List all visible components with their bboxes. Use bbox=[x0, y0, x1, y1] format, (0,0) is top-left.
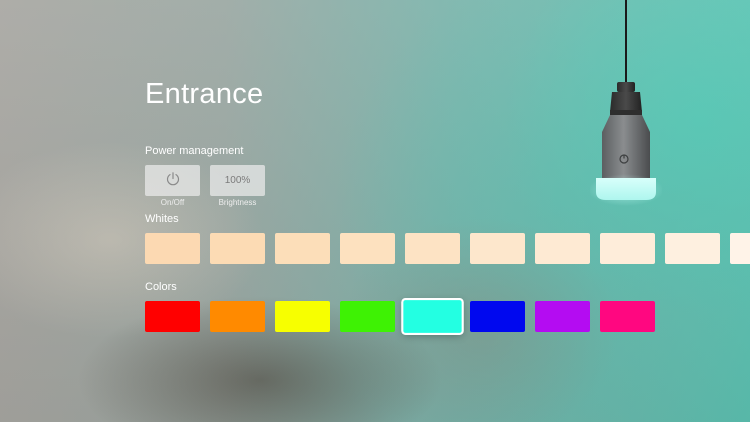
color-swatch-6[interactable] bbox=[470, 301, 525, 332]
lightbulb-icon bbox=[588, 0, 664, 210]
whites-label: Whites bbox=[145, 213, 179, 225]
white-swatch-1[interactable] bbox=[145, 233, 200, 264]
on-off-button[interactable] bbox=[145, 165, 200, 196]
on-off-label: On/Off bbox=[160, 198, 185, 207]
power-icon bbox=[165, 171, 181, 190]
color-swatch-4[interactable] bbox=[340, 301, 395, 332]
color-swatch-1[interactable] bbox=[145, 301, 200, 332]
white-swatch-3[interactable] bbox=[275, 233, 330, 264]
white-swatch-6[interactable] bbox=[470, 233, 525, 264]
white-swatch-10[interactable] bbox=[730, 233, 750, 264]
white-swatch-2[interactable] bbox=[210, 233, 265, 264]
brightness-label: Brightness bbox=[218, 198, 257, 207]
color-swatch-2[interactable] bbox=[210, 301, 265, 332]
brightness-value: 100% bbox=[224, 175, 251, 186]
white-swatch-4[interactable] bbox=[340, 233, 395, 264]
white-swatch-5[interactable] bbox=[405, 233, 460, 264]
color-swatch-8[interactable] bbox=[600, 301, 655, 332]
white-swatch-7[interactable] bbox=[535, 233, 590, 264]
white-swatch-9[interactable] bbox=[665, 233, 720, 264]
color-swatch-7[interactable] bbox=[535, 301, 590, 332]
color-swatch-5[interactable] bbox=[403, 300, 462, 333]
color-swatch-3[interactable] bbox=[275, 301, 330, 332]
white-swatch-8[interactable] bbox=[600, 233, 655, 264]
brightness-button[interactable]: 100% bbox=[210, 165, 265, 196]
power-management-label: Power management bbox=[145, 145, 244, 157]
room-title: Entrance bbox=[145, 78, 264, 110]
colors-label: Colors bbox=[145, 281, 177, 293]
